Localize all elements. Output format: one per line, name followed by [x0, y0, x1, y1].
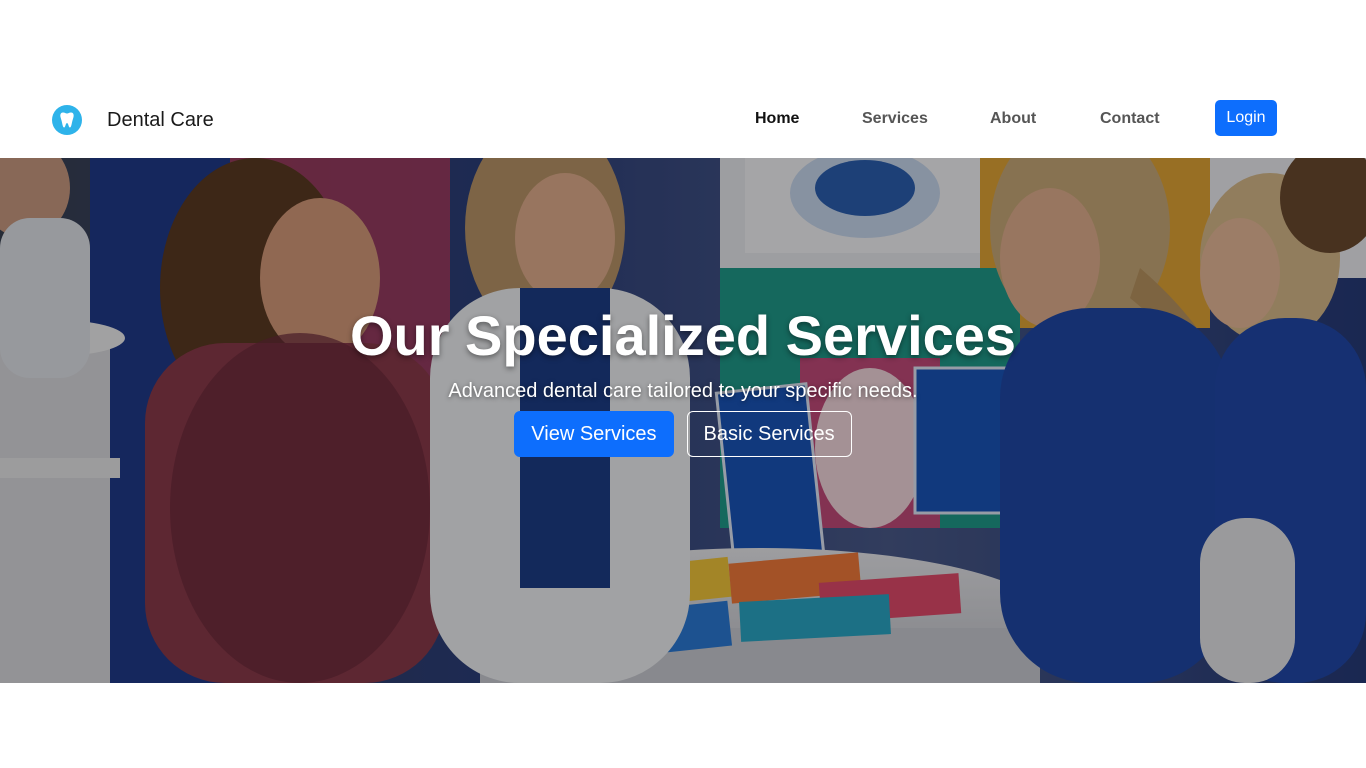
basic-services-button[interactable]: Basic Services	[686, 411, 852, 457]
nav-contact[interactable]: Contact	[1100, 110, 1160, 128]
hero-subtitle: Advanced dental care tailored to your sp…	[448, 380, 918, 402]
nav-services[interactable]: Services	[862, 110, 928, 128]
login-button[interactable]: Login	[1215, 100, 1277, 136]
hero-section: Our Specialized Services Advanced dental…	[0, 158, 1366, 683]
hero-buttons: View Services Basic Services	[0, 411, 1366, 457]
hero-content: Our Specialized Services Advanced dental…	[0, 303, 1366, 457]
hero-title: Our Specialized Services	[349, 304, 1017, 367]
main-nav: Home Services About Contact	[0, 110, 1366, 132]
nav-about[interactable]: About	[990, 110, 1036, 128]
nav-home[interactable]: Home	[755, 110, 799, 128]
navbar: Dental Care Home Services About Contact …	[0, 80, 1366, 158]
view-services-button[interactable]: View Services	[514, 411, 674, 457]
